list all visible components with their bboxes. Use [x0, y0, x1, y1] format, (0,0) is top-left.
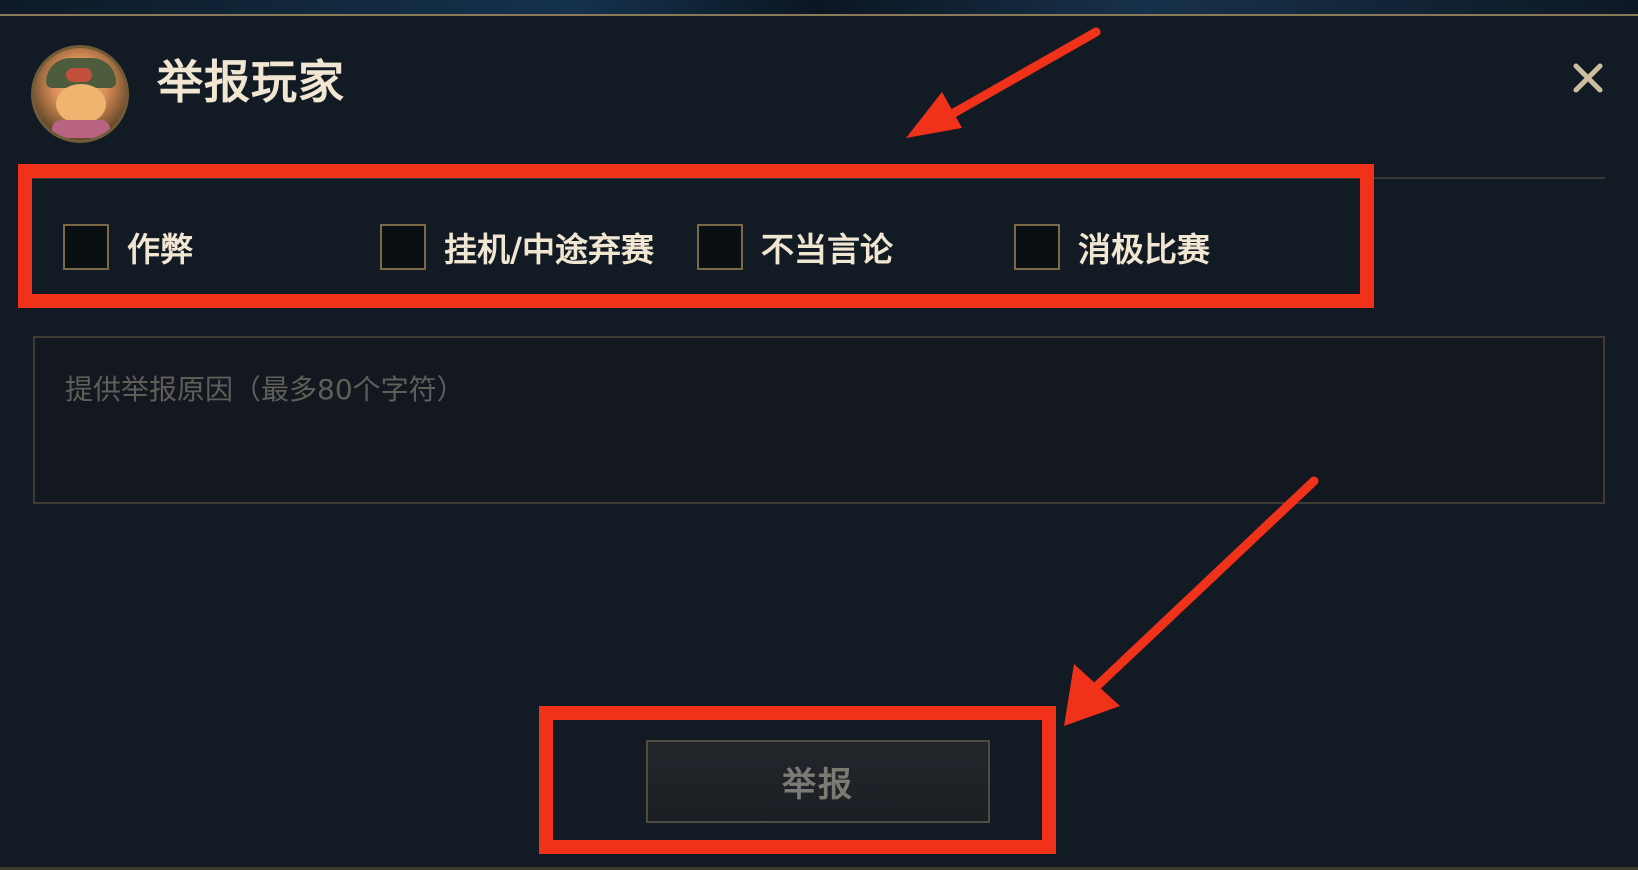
option-label: 挂机/中途弃赛 — [444, 230, 655, 269]
option-afk-leaving[interactable]: 挂机/中途弃赛 — [380, 222, 654, 272]
header-divider — [31, 177, 1605, 179]
reason-input[interactable] — [35, 338, 1603, 502]
reason-field — [33, 336, 1605, 504]
option-negative-play[interactable]: 消极比赛 — [1014, 222, 1210, 272]
arrow-to-options — [906, 27, 1101, 138]
checkbox-cheating[interactable] — [63, 224, 109, 270]
checkbox-afk-leaving[interactable] — [380, 224, 426, 270]
champion-avatar — [31, 45, 129, 143]
close-icon — [1573, 63, 1603, 93]
option-label: 消极比赛 — [1078, 230, 1210, 269]
checkbox-inappropriate-language[interactable] — [697, 224, 743, 270]
report-player-dialog: 举报玩家 作弊 挂机/中途弃赛 不当言论 消极比赛 举报 — [0, 0, 1638, 870]
option-cheating[interactable]: 作弊 — [63, 222, 193, 272]
option-inappropriate-language[interactable]: 不当言论 — [697, 222, 893, 272]
option-label: 作弊 — [127, 230, 193, 269]
close-button[interactable] — [1568, 58, 1608, 98]
top-frame-border — [0, 14, 1638, 16]
avatar-goggles — [66, 68, 92, 82]
report-submit-button[interactable]: 举报 — [646, 740, 990, 823]
arrow-to-button — [1064, 476, 1319, 726]
report-button-label: 举报 — [782, 765, 854, 805]
option-label: 不当言论 — [761, 230, 893, 269]
avatar-scarf — [52, 120, 110, 138]
dialog-title: 举报玩家 — [157, 55, 345, 109]
avatar-face — [56, 84, 106, 124]
checkbox-negative-play[interactable] — [1014, 224, 1060, 270]
